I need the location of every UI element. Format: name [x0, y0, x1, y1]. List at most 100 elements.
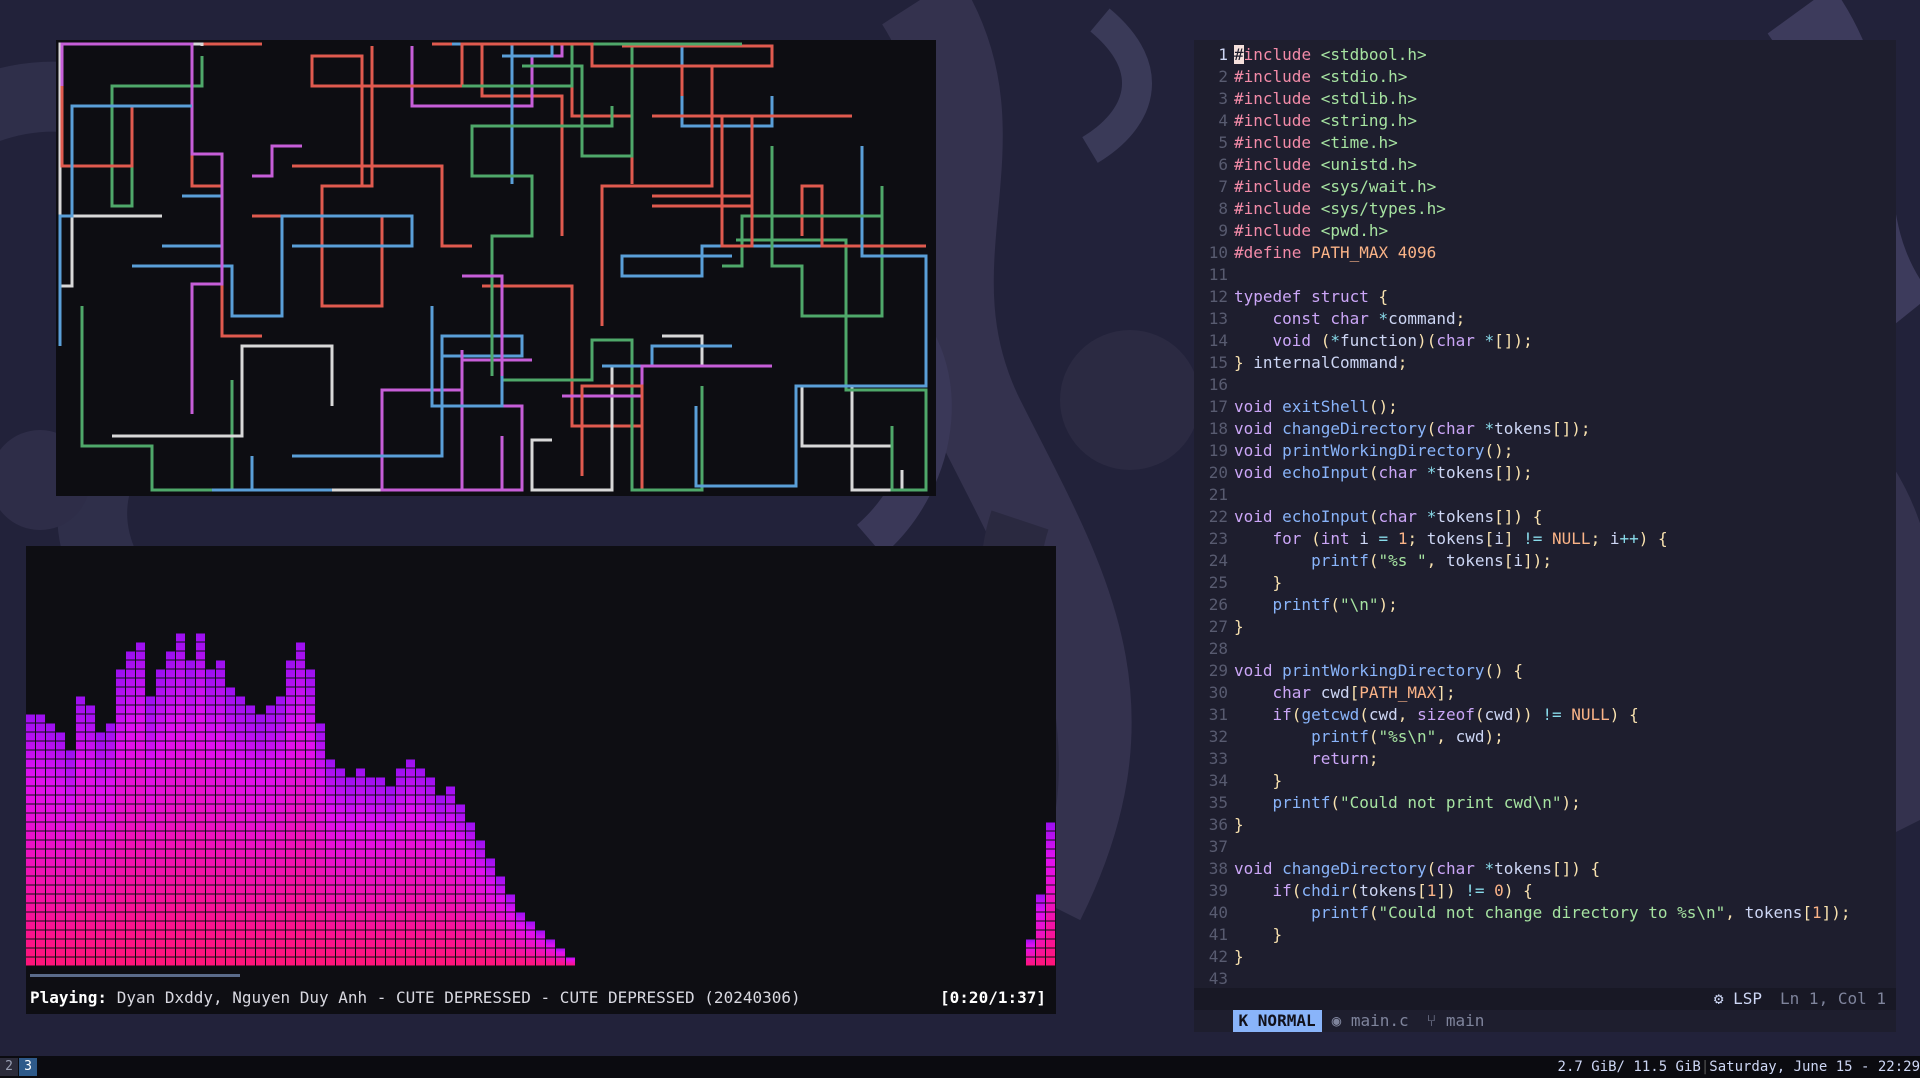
code-line[interactable]: 7 #include <sys/wait.h> — [1194, 176, 1896, 198]
code-text: #include <sys/types.h> — [1234, 199, 1446, 218]
code-text: #include <pwd.h> — [1234, 221, 1389, 240]
pipes-terminal-window[interactable] — [56, 40, 936, 496]
code-editor-window[interactable]: 1 #include <stdbool.h> 2 #include <stdio.h>… — [1194, 40, 1896, 1032]
code-text: for (int i = 1; tokens[i] != NULL; i++) … — [1272, 529, 1668, 548]
code-line[interactable]: 40 printf("Could not change directory to… — [1194, 902, 1896, 924]
editor-buffer[interactable]: 1 #include <stdbool.h> 2 #include <stdio.h>… — [1194, 44, 1896, 990]
code-line[interactable]: 37 — [1194, 836, 1896, 858]
code-line[interactable]: 15} internalCommand; — [1194, 352, 1896, 374]
code-line[interactable]: 2 #include <stdio.h> — [1194, 66, 1896, 88]
code-text: printf("\n"); — [1272, 595, 1398, 614]
code-line[interactable]: 25 } — [1194, 572, 1896, 594]
pipe — [620, 244, 822, 278]
pipe — [190, 42, 262, 338]
clock: Saturday, June 15 - 22:29 — [1709, 1059, 1920, 1075]
line-number: 4 — [1218, 111, 1228, 130]
pipe — [652, 114, 754, 208]
code-line[interactable]: 27} — [1194, 616, 1896, 638]
pipe — [162, 194, 224, 248]
taskbar-status: 2.7 GiB/ 11.5 GiB|Saturday, June 15 - 22… — [1558, 1056, 1920, 1078]
code-line[interactable]: 24 printf("%s ", tokens[i]); — [1194, 550, 1896, 572]
code-text: #include <unistd.h> — [1234, 155, 1418, 174]
spectrum-bar — [326, 759, 335, 966]
code-line[interactable]: 12 typedef struct { — [1194, 286, 1896, 308]
spectrum-bar — [346, 777, 355, 966]
code-line[interactable]: 39 if(chdir(tokens[1]) != 0) { — [1194, 880, 1896, 902]
code-line[interactable]: 3 #include <stdlib.h> — [1194, 88, 1896, 110]
code-text: } — [1272, 573, 1283, 592]
code-line[interactable]: 35 printf("Could not print cwd\n"); — [1194, 792, 1896, 814]
code-line[interactable]: 18 void changeDirectory(char *tokens[]); — [1194, 418, 1896, 440]
track-title: Dyan Dxddy, Nguyen Duy Anh - CUTE DEPRES… — [107, 988, 801, 1007]
gear-icon: ⚙ — [1713, 989, 1734, 1008]
cursor-position: Ln 1, Col 1 — [1780, 989, 1886, 1008]
line-number: 26 — [1208, 595, 1228, 614]
code-line[interactable]: 34 } — [1194, 770, 1896, 792]
line-number: 23 — [1208, 529, 1228, 548]
code-line[interactable]: 28 — [1194, 638, 1896, 660]
spectrum-bars — [26, 614, 1056, 966]
pipe — [212, 456, 332, 492]
code-line[interactable]: 26 printf("\n"); — [1194, 594, 1896, 616]
spectrum-bar — [426, 777, 435, 966]
code-text: return; — [1311, 749, 1379, 768]
line-number: 38 — [1208, 859, 1228, 878]
music-visualizer-window[interactable]: Playing: Dyan Dxddy, Nguyen Duy Anh - CU… — [26, 546, 1056, 1014]
line-number: 14 — [1208, 331, 1228, 350]
code-line[interactable]: 21 — [1194, 484, 1896, 506]
code-line[interactable]: 5 #include <time.h> — [1194, 132, 1896, 154]
code-line[interactable]: 23 for (int i = 1; tokens[i] != NULL; i+… — [1194, 528, 1896, 550]
pipe — [80, 306, 234, 492]
code-line[interactable]: 17 void exitShell(); — [1194, 396, 1896, 418]
code-line[interactable]: 6 #include <unistd.h> — [1194, 154, 1896, 176]
spectrum-bar — [566, 957, 575, 966]
code-line[interactable]: 33 return; — [1194, 748, 1896, 770]
code-line[interactable]: 30 char cwd[PATH_MAX]; — [1194, 682, 1896, 704]
line-number: 39 — [1208, 881, 1228, 900]
spectrum-bar — [436, 795, 445, 966]
code-line[interactable]: 11 — [1194, 264, 1896, 286]
playback-time: [0:20/1:37] — [940, 988, 1046, 1007]
code-line[interactable]: 41 } — [1194, 924, 1896, 946]
code-line[interactable]: 22 void echoInput(char *tokens[]) { — [1194, 506, 1896, 528]
code-text: printf("Could not change directory to %s… — [1311, 903, 1851, 922]
pipe — [622, 44, 774, 96]
code-text: if(getcwd(cwd, sizeof(cwd)) != NULL) { — [1272, 705, 1639, 724]
code-text: void changeDirectory(char *tokens[]) { — [1234, 859, 1601, 878]
code-line[interactable]: 31 if(getcwd(cwd, sizeof(cwd)) != NULL) … — [1194, 704, 1896, 726]
code-line[interactable]: 38 void changeDirectory(char *tokens[]) { — [1194, 858, 1896, 880]
line-number: 32 — [1208, 727, 1228, 746]
spectrum-bar — [196, 633, 205, 966]
workspace-button-3[interactable]: 3 — [19, 1058, 37, 1076]
code-line[interactable]: 42} — [1194, 946, 1896, 968]
code-line[interactable]: 29 void printWorkingDirectory() { — [1194, 660, 1896, 682]
spectrum-bar — [246, 705, 255, 966]
code-line[interactable]: 32 printf("%s\n", cwd); — [1194, 726, 1896, 748]
code-line[interactable]: 1 #include <stdbool.h> — [1194, 44, 1896, 66]
code-line[interactable]: 9 #include <pwd.h> — [1194, 220, 1896, 242]
code-line[interactable]: 20 void echoInput(char *tokens[]); — [1194, 462, 1896, 484]
pipes-animation — [58, 42, 928, 492]
spectrum-bar — [86, 705, 95, 966]
code-line[interactable]: 43 — [1194, 968, 1896, 990]
workspace-button-2[interactable]: 2 — [0, 1058, 18, 1076]
code-line[interactable]: 8 #include <sys/types.h> — [1194, 198, 1896, 220]
code-line[interactable]: 14 void (*function)(char *[]); — [1194, 330, 1896, 352]
pipe — [60, 42, 224, 414]
code-text: const char *command; — [1272, 309, 1466, 328]
code-line[interactable]: 13 const char *command; — [1194, 308, 1896, 330]
code-line[interactable]: 10 #define PATH_MAX 4096 — [1194, 242, 1896, 264]
code-text: void changeDirectory(char *tokens[]); — [1234, 419, 1591, 438]
line-number: 3 — [1218, 89, 1228, 108]
code-line[interactable]: 19 void printWorkingDirectory(); — [1194, 440, 1896, 462]
code-line[interactable]: 36} — [1194, 814, 1896, 836]
spectrum-bar — [166, 651, 175, 966]
code-text: #include <time.h> — [1234, 133, 1398, 152]
code-text: } — [1234, 815, 1244, 834]
pipe — [470, 106, 614, 376]
code-text: void printWorkingDirectory() { — [1234, 661, 1524, 680]
code-line[interactable]: 4 #include <string.h> — [1194, 110, 1896, 132]
line-number: 20 — [1208, 463, 1228, 482]
code-line[interactable]: 16 — [1194, 374, 1896, 396]
pipe — [112, 344, 334, 438]
